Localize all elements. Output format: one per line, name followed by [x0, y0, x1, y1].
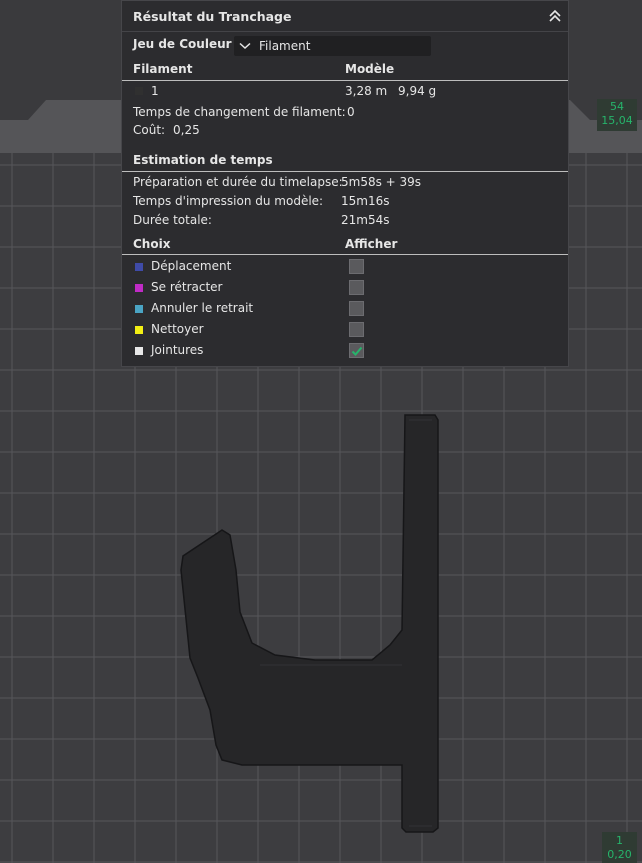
- time-estimate-title: Estimation de temps: [133, 153, 273, 167]
- slicing-result-panel: Résultat du Tranchage Jeu de Couleur Fil…: [121, 0, 569, 367]
- toggle-wipe-checkbox[interactable]: [349, 322, 364, 337]
- filament-change-time-value: 0: [347, 105, 355, 119]
- filament-change-time-label: Temps de changement de filament:: [133, 105, 346, 119]
- legend-swatch-unretract: [135, 305, 143, 313]
- model-column-header: Modèle: [345, 62, 395, 76]
- filament-number: 1: [151, 84, 159, 98]
- cost-label: Coût:: [133, 123, 166, 137]
- chevron-down-icon: [239, 42, 251, 50]
- prep-time-value: 5m58s + 39s: [341, 175, 422, 189]
- filament-column-header: Filament: [133, 62, 193, 76]
- option-label-retract: Se rétracter: [151, 280, 223, 294]
- option-label-seams: Jointures: [151, 343, 204, 357]
- option-label-unretract: Annuler le retrait: [151, 301, 254, 315]
- choice-column-header: Choix: [133, 237, 171, 251]
- toggle-retract-checkbox[interactable]: [349, 280, 364, 295]
- layer-bottom-height: 0,20: [607, 848, 632, 861]
- option-label-travel: Déplacement: [151, 259, 232, 273]
- option-label-wipe: Nettoyer: [151, 322, 204, 336]
- total-time-label: Durée totale:: [133, 213, 212, 227]
- panel-title: Résultat du Tranchage: [133, 9, 292, 24]
- model-filament-length: 3,28 m: [345, 84, 388, 98]
- legend-swatch-wipe: [135, 326, 143, 334]
- legend-swatch-travel: [135, 263, 143, 271]
- cost-value: 0,25: [173, 123, 200, 137]
- filament-color-swatch: [135, 87, 143, 95]
- color-scheme-dropdown[interactable]: Filament: [234, 36, 431, 56]
- model-filament-weight: 9,94 g: [398, 84, 437, 98]
- total-time-value: 21m54s: [341, 213, 390, 227]
- toggle-travel-checkbox[interactable]: [349, 259, 364, 274]
- layer-slider-bottom-handle[interactable]: 1 0,20: [602, 832, 637, 863]
- chevron-double-up-icon[interactable]: [546, 6, 564, 26]
- choice-table-divider: [122, 254, 568, 255]
- show-column-header: Afficher: [345, 237, 398, 251]
- layer-top-height: 15,04: [601, 114, 633, 127]
- layer-top-number: 54: [610, 100, 624, 113]
- prep-time-label: Préparation et durée du timelapse:: [133, 175, 343, 189]
- toggle-unretract-checkbox[interactable]: [349, 301, 364, 316]
- layer-bottom-number: 1: [616, 834, 623, 847]
- layer-slider-top-handle[interactable]: 54 15,04: [597, 99, 637, 131]
- panel-header: Résultat du Tranchage: [122, 1, 568, 32]
- color-scheme-value: Filament: [259, 39, 311, 53]
- toggle-seams-checkbox[interactable]: [349, 343, 364, 358]
- time-section-divider: [122, 171, 568, 172]
- legend-swatch-retract: [135, 284, 143, 292]
- print-time-value: 15m16s: [341, 194, 390, 208]
- color-scheme-label: Jeu de Couleur: [133, 37, 232, 51]
- print-time-label: Temps d'impression du modèle:: [133, 194, 324, 208]
- filament-table-divider: [122, 80, 568, 81]
- legend-swatch-seams: [135, 347, 143, 355]
